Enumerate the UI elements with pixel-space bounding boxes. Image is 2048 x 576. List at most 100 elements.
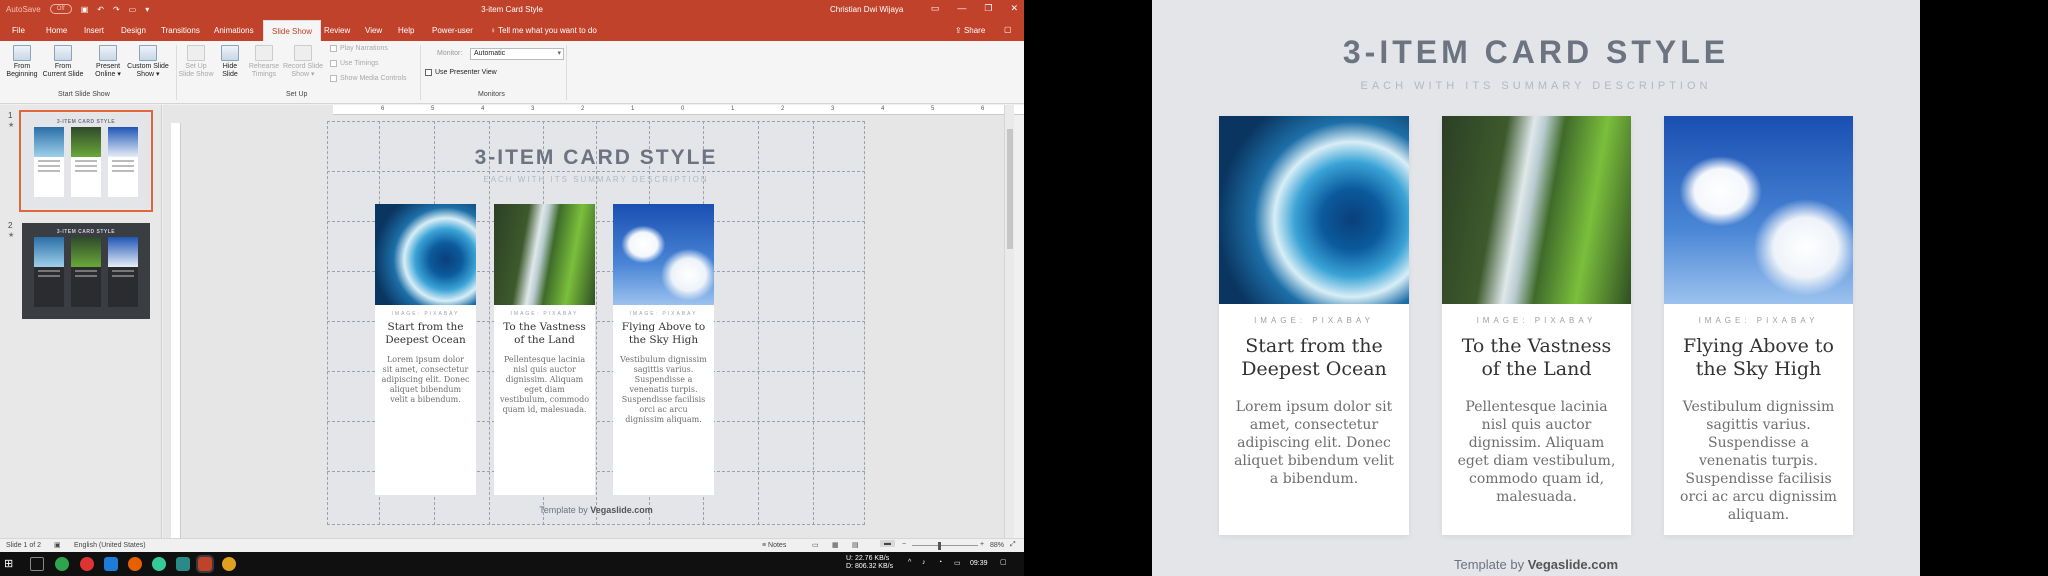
vertical-scrollbar[interactable] [1004, 105, 1014, 538]
edge-icon[interactable] [104, 557, 118, 571]
fit-to-window-icon[interactable]: ⤢ [1010, 541, 1016, 549]
card-sky[interactable]: IMAGE: PIXABAY Flying Above to the Sky H… [613, 204, 714, 495]
hide-slide-button[interactable]: Hide Slide [214, 45, 246, 79]
scrollbar-thumb[interactable] [1007, 129, 1013, 249]
share-button[interactable]: ⇪ Share [955, 26, 985, 35]
thumb-line [38, 275, 60, 277]
tab-view[interactable]: View [365, 26, 382, 35]
thumb-line [75, 160, 97, 162]
ribbon-display-icon[interactable]: ▭ [931, 3, 940, 14]
powerpoint-icon[interactable] [196, 555, 214, 573]
play-narrations-checkbox[interactable]: Play Narrations [330, 45, 388, 52]
from-beginning-button[interactable]: From Beginning [2, 45, 42, 79]
zoom-slider-thumb[interactable] [938, 542, 941, 550]
ruler-tick-label: 5 [431, 106, 435, 112]
user-name[interactable]: Christian Dwi Wijaya [830, 5, 903, 14]
from-beginning-label: From Beginning [6, 63, 38, 78]
tab-file[interactable]: File [12, 26, 25, 35]
tab-slide-show[interactable]: Slide Show [263, 20, 322, 41]
thumb-line [75, 270, 97, 272]
card-land[interactable]: IMAGE: PIXABAY To the Vastness of the La… [494, 204, 595, 495]
slide-footer: Template by Vegaslide.com [327, 505, 865, 515]
tab-transitions[interactable]: Transitions [161, 26, 200, 35]
zoom-in-icon[interactable]: + [980, 541, 984, 548]
tab-review[interactable]: Review [324, 26, 350, 35]
notifications-icon[interactable]: ▢ [1000, 558, 1007, 566]
tab-home[interactable]: Home [46, 26, 67, 35]
spellcheck-icon[interactable]: ▣ [54, 541, 61, 549]
set-up-slide-show-button[interactable]: Set Up Slide Show [178, 45, 214, 79]
title-bar: AutoSave Off ▣ ↶ ↷ ▭ ▾ 3-item Card Style… [0, 0, 1024, 20]
firefox-icon[interactable] [128, 557, 142, 571]
notes-button[interactable]: ≡ Notes [762, 542, 786, 549]
reading-view-icon[interactable]: ▤ [852, 541, 859, 549]
zoom-out-icon[interactable]: − [902, 541, 906, 548]
slide-title[interactable]: 3-ITEM CARD STYLE [327, 146, 865, 170]
slide-editing-area[interactable]: 6 5 4 3 2 1 0 1 2 3 4 5 6 3-ITEM CARD STYLE EACH WIT… [163, 105, 1024, 538]
app-icon-yellow[interactable] [222, 557, 236, 571]
thumb-card [34, 127, 64, 197]
volume-icon[interactable]: ♪ [922, 559, 926, 566]
restore-icon[interactable]: ❐ [984, 3, 992, 14]
slide-subtitle[interactable]: EACH WITH ITS SUMMARY DESCRIPTION [327, 175, 865, 184]
image-credit: IMAGE: PIXABAY [391, 311, 460, 317]
opera-icon[interactable] [80, 557, 94, 571]
tab-help[interactable]: Help [398, 26, 414, 35]
tray-chevron-icon[interactable]: ^ [908, 559, 911, 566]
ribbon-slide-show: From Beginning From Current Slide Presen… [0, 41, 1024, 104]
slide-thumbnail-1[interactable]: 3-ITEM CARD STYLE [19, 110, 153, 212]
tab-insert[interactable]: Insert [84, 26, 104, 35]
comments-icon[interactable]: ▢ [1004, 25, 1012, 34]
clock[interactable]: 09:39 [970, 560, 988, 567]
app-icon[interactable] [176, 557, 190, 571]
card-ocean[interactable]: IMAGE: PIXABAY Start from the Deepest Oc… [375, 204, 476, 495]
language-indicator[interactable]: English (United States) [74, 542, 146, 549]
checkbox-icon [330, 60, 337, 67]
slide-sorter-icon[interactable]: ▦ [832, 541, 839, 549]
image-credit: IMAGE: PIXABAY [629, 311, 698, 317]
thumb-line [38, 165, 60, 167]
rehearse-timings-button[interactable]: Rehearse Timings [246, 45, 282, 79]
slide-subtitle: EACH WITH ITS SUMMARY DESCRIPTION [1360, 80, 1712, 92]
zoom-slider[interactable] [912, 545, 978, 546]
network-icon[interactable]: ◔ [938, 559, 942, 566]
tab-animations[interactable]: Animations [214, 26, 254, 35]
normal-view-icon[interactable]: ▭ [812, 541, 819, 549]
use-timings-checkbox[interactable]: Use Timings [330, 60, 379, 67]
tell-me-search[interactable]: ♀ Tell me what you want to do [490, 26, 597, 35]
slide-number: 2 [8, 221, 13, 230]
play-narrations-label: Play Narrations [340, 45, 388, 52]
tab-power-user[interactable]: Power-user [432, 26, 473, 35]
horizontal-ruler: 6 5 4 3 2 1 0 1 2 3 4 5 6 [333, 105, 1024, 115]
status-bar: Slide 1 of 2 ▣ English (United States) ≡… [0, 538, 1024, 552]
zoom-level[interactable]: 88% [990, 542, 1004, 549]
vertical-ruler [171, 123, 181, 538]
chrome-profile-icon[interactable] [152, 557, 166, 571]
tab-design[interactable]: Design [121, 26, 146, 35]
close-icon[interactable]: ✕ [1010, 3, 1018, 14]
record-slide-show-button[interactable]: Record Slide Show ▾ [282, 45, 324, 79]
thumb-line [75, 165, 97, 167]
group-separator [566, 45, 567, 100]
slide-canvas[interactable]: 3-ITEM CARD STYLE EACH WITH ITS SUMMARY … [327, 121, 865, 525]
windows-start-icon[interactable]: ⊞ [4, 557, 18, 571]
presenter-view-checkbox[interactable]: Use Presenter View [425, 69, 497, 76]
ruler-tick-label: 1 [631, 106, 635, 112]
ribbon-tabs: File Home Insert Design Transitions Anim… [0, 20, 1024, 41]
show-media-controls-checkbox[interactable]: Show Media Controls [330, 75, 407, 82]
chrome-icon[interactable] [55, 557, 69, 571]
task-view-icon[interactable] [30, 557, 44, 571]
checkbox-icon [330, 75, 337, 82]
battery-icon[interactable]: ▭ [954, 559, 961, 567]
ruler-tick-label: 5 [931, 106, 935, 112]
custom-slide-show-button[interactable]: Custom Slide Show ▾ [126, 45, 170, 79]
ruler-tick-label: 6 [981, 106, 985, 112]
slide-show-view[interactable]: 3-ITEM CARD STYLE EACH WITH ITS SUMMARY … [1152, 0, 1920, 576]
slide-show-view-icon[interactable]: ▬ [880, 540, 895, 547]
minimize-icon[interactable]: — [957, 3, 966, 14]
image-credit: IMAGE: PIXABAY [1698, 316, 1819, 325]
present-online-button[interactable]: Present Online ▾ [88, 45, 128, 79]
from-current-slide-button[interactable]: From Current Slide [42, 45, 84, 79]
slide-thumbnail-2[interactable]: 3-ITEM CARD STYLE [22, 223, 150, 319]
monitor-select[interactable]: Automatic [470, 48, 564, 60]
